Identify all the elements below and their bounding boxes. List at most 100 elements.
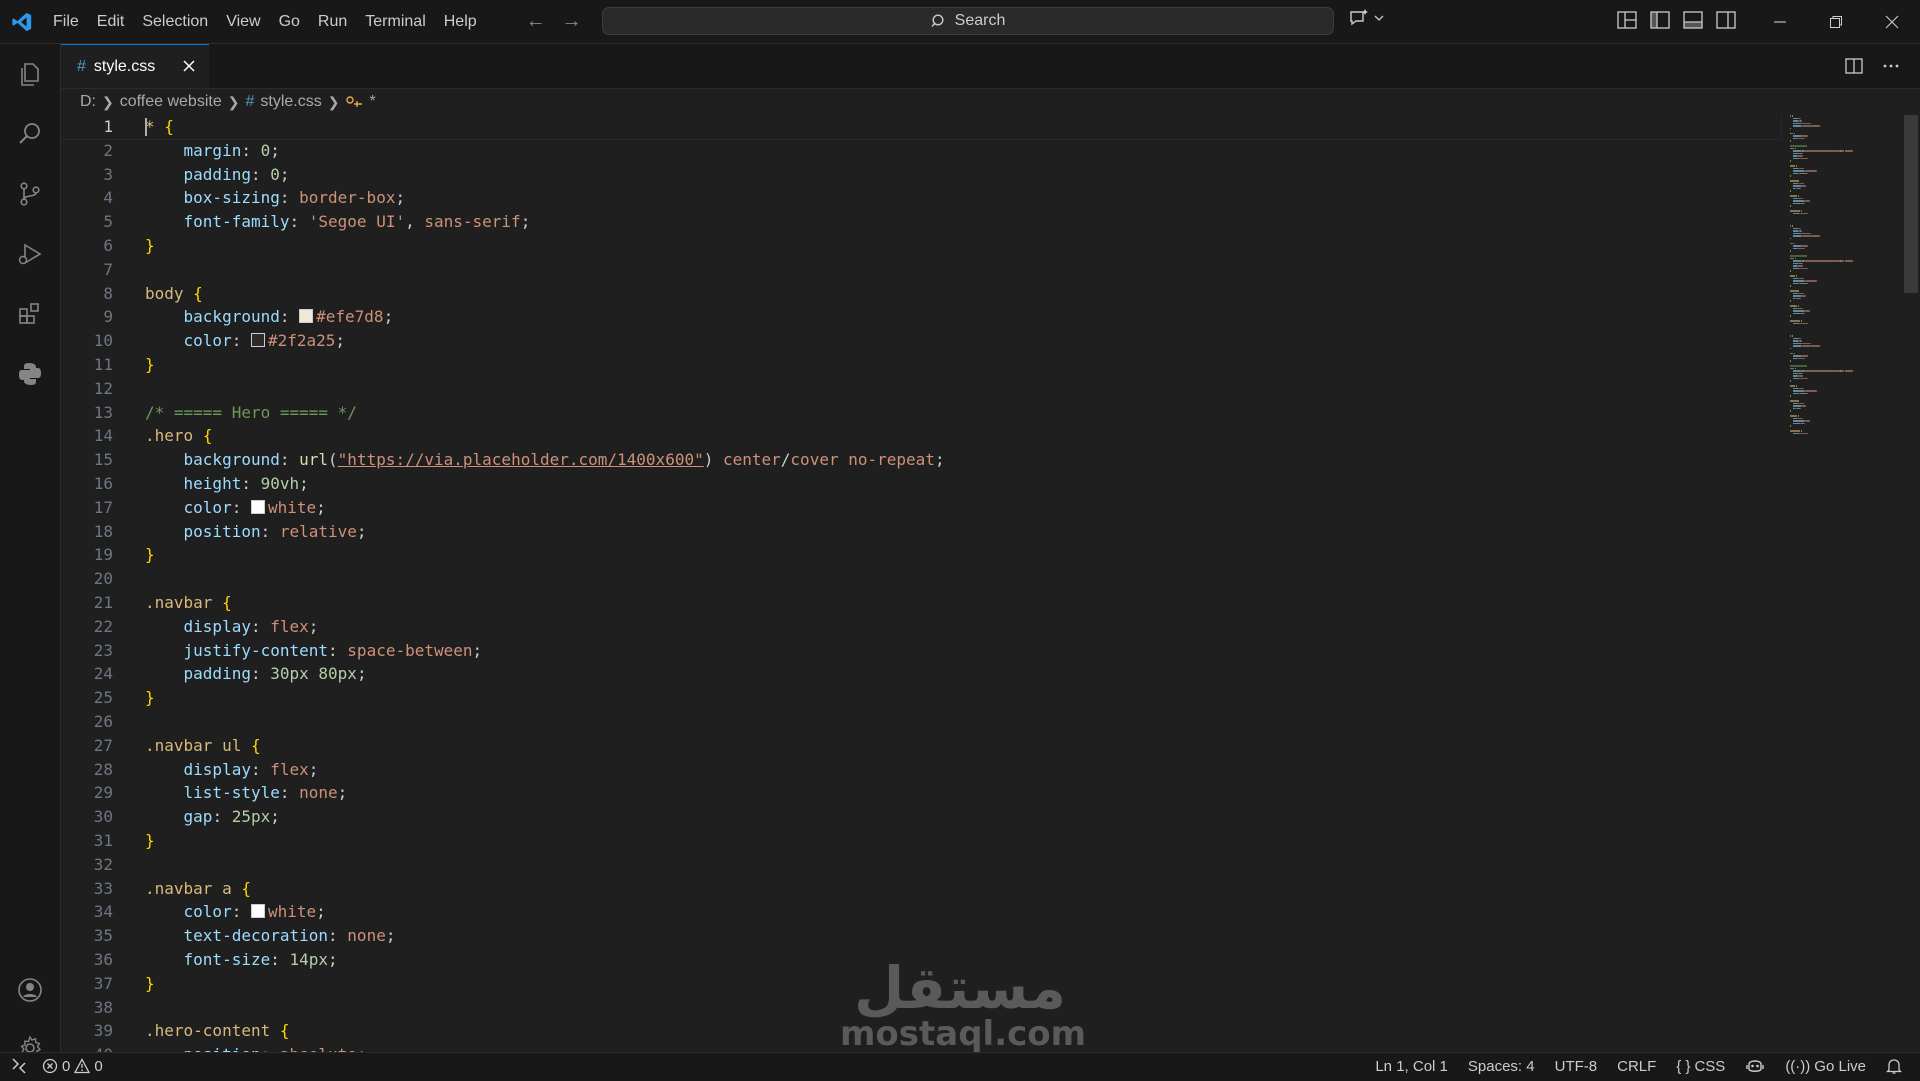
code-line[interactable]: 14 .hero { bbox=[61, 424, 1781, 448]
code-line[interactable]: 16 height: 90vh; bbox=[61, 472, 1781, 496]
code-editor[interactable]: 1 * {2 margin: 0; 3 padding: 0; 4 box-sizin… bbox=[61, 115, 1846, 1052]
menu-run[interactable]: Run bbox=[309, 0, 356, 43]
code-token: : bbox=[270, 950, 290, 969]
code-line[interactable]: 20 bbox=[61, 567, 1781, 591]
minimap-line bbox=[1851, 150, 1853, 152]
code-line[interactable]: 17 color: white; bbox=[61, 496, 1781, 520]
copilot-status[interactable] bbox=[1745, 1057, 1765, 1075]
code-line[interactable]: 32 bbox=[61, 853, 1781, 877]
code-line[interactable]: 23 justify-content: space-between; bbox=[61, 639, 1781, 663]
close-window-button[interactable] bbox=[1864, 0, 1920, 43]
code-line[interactable]: 27 .navbar ul { bbox=[61, 734, 1781, 758]
toggle-secondary-sidebar-icon[interactable] bbox=[1715, 10, 1737, 30]
code-line[interactable]: 7 bbox=[61, 258, 1781, 282]
line-number: 9 bbox=[103, 307, 113, 327]
code-line[interactable]: 6} bbox=[61, 234, 1781, 258]
minimize-button[interactable] bbox=[1752, 0, 1808, 43]
language-mode[interactable]: { } CSS bbox=[1676, 1058, 1725, 1075]
toggle-panel-icon[interactable] bbox=[1682, 10, 1704, 30]
close-icon bbox=[1885, 15, 1899, 28]
go-live-button[interactable]: ((·)) Go Live bbox=[1785, 1058, 1866, 1075]
line-code: padding: 30px 80px; bbox=[145, 662, 367, 686]
code-line[interactable]: 28 display: flex; bbox=[61, 758, 1781, 782]
color-swatch[interactable] bbox=[250, 333, 265, 348]
menu-file[interactable]: File bbox=[44, 0, 88, 43]
code-line[interactable]: 13 /* ===== Hero ===== */ bbox=[61, 401, 1781, 425]
search-view-button[interactable] bbox=[0, 106, 60, 162]
restore-button[interactable] bbox=[1808, 0, 1864, 43]
toggle-primary-sidebar-icon[interactable] bbox=[1649, 10, 1671, 30]
color-swatch[interactable] bbox=[250, 499, 265, 514]
accounts-button[interactable] bbox=[0, 962, 60, 1018]
back-arrow-icon[interactable]: ← bbox=[526, 10, 546, 33]
explorer-button[interactable] bbox=[0, 46, 60, 102]
menu-help[interactable]: Help bbox=[435, 0, 486, 43]
end-of-line[interactable]: CRLF bbox=[1617, 1058, 1656, 1075]
code-line[interactable]: 8 body { bbox=[61, 282, 1781, 306]
code-line[interactable]: 26 bbox=[61, 710, 1781, 734]
code-line[interactable]: 9 background: #efe7d8; bbox=[61, 305, 1781, 329]
menu-edit[interactable]: Edit bbox=[88, 0, 134, 43]
run-debug-button[interactable] bbox=[0, 226, 60, 282]
code-line[interactable]: 4 box-sizing: border-box; bbox=[61, 186, 1781, 210]
code-line[interactable]: 15 background: url("https://via.placehol… bbox=[61, 448, 1781, 472]
code-token: list-style bbox=[183, 783, 280, 803]
code-line[interactable]: 31} bbox=[61, 829, 1781, 853]
menu-terminal[interactable]: Terminal bbox=[356, 0, 434, 43]
notifications-button[interactable] bbox=[1886, 1057, 1902, 1075]
code-line[interactable]: 2 margin: 0; bbox=[61, 139, 1781, 163]
error-icon bbox=[42, 1058, 58, 1074]
menu-go[interactable]: Go bbox=[270, 0, 309, 43]
encoding[interactable]: UTF-8 bbox=[1555, 1058, 1598, 1075]
code-line[interactable]: 22 display: flex; bbox=[61, 615, 1781, 639]
code-line[interactable]: 35 text-decoration: none; bbox=[61, 924, 1781, 948]
code-line[interactable]: 33 .navbar a { bbox=[61, 877, 1781, 901]
code-token: : bbox=[250, 664, 271, 684]
color-swatch[interactable] bbox=[299, 309, 314, 324]
line-number: 31 bbox=[93, 831, 113, 850]
code-line[interactable]: 30 gap: 25px; bbox=[61, 805, 1781, 829]
line-number: 28 bbox=[93, 759, 113, 779]
breadcrumb-file[interactable]: style.css bbox=[260, 93, 321, 111]
breadcrumb-drive[interactable]: D: bbox=[80, 93, 96, 111]
close-tab-icon[interactable] bbox=[179, 56, 199, 76]
forward-arrow-icon[interactable]: → bbox=[562, 10, 582, 33]
command-center-search[interactable]: Search bbox=[602, 7, 1334, 35]
breadcrumb-symbol[interactable]: * bbox=[369, 93, 375, 111]
code-line[interactable]: 25} bbox=[61, 686, 1781, 710]
code-line[interactable]: 10 color: #2f2a25; bbox=[61, 329, 1781, 353]
minimap-line bbox=[1815, 170, 1817, 172]
code-line[interactable]: 19} bbox=[61, 543, 1781, 567]
code-line[interactable]: 21 .navbar { bbox=[61, 591, 1781, 615]
code-line[interactable]: 1 * { bbox=[61, 115, 1782, 140]
copilot-menu[interactable] bbox=[1348, 8, 1384, 28]
indentation[interactable]: Spaces: 4 bbox=[1468, 1058, 1535, 1075]
code-line[interactable]: 3 padding: 0; bbox=[61, 163, 1781, 187]
breadcrumb-folder[interactable]: coffee website bbox=[120, 93, 222, 111]
tab-label: style.css bbox=[93, 57, 156, 75]
menu-view[interactable]: View bbox=[217, 0, 269, 43]
code-line[interactable]: 34 color: white; bbox=[61, 900, 1781, 924]
more-actions-icon[interactable] bbox=[1882, 56, 1900, 76]
code-token: center bbox=[722, 450, 781, 470]
vertical-scrollbar[interactable] bbox=[1904, 115, 1918, 293]
minimap-line bbox=[1793, 200, 1805, 202]
code-line[interactable]: 11} bbox=[61, 353, 1781, 377]
python-button[interactable] bbox=[0, 346, 60, 402]
code-line[interactable]: 12 bbox=[61, 377, 1781, 401]
menu-selection[interactable]: Selection bbox=[133, 0, 217, 43]
source-control-button[interactable] bbox=[0, 166, 60, 222]
code-line[interactable]: 5 font-family: 'Segoe UI', sans-serif; bbox=[61, 210, 1781, 234]
customize-layout-icon[interactable] bbox=[1616, 10, 1638, 30]
problems-indicator[interactable]: 0 0 bbox=[42, 1058, 103, 1075]
tab-style-css[interactable]: # style.css bbox=[61, 44, 209, 88]
code-line[interactable]: 24 padding: 30px 80px; bbox=[61, 662, 1781, 686]
split-editor-icon[interactable] bbox=[1844, 56, 1864, 76]
remote-indicator[interactable] bbox=[10, 1057, 28, 1075]
code-line[interactable]: 18 position: relative; bbox=[61, 520, 1781, 544]
extensions-button[interactable] bbox=[0, 286, 60, 342]
cursor-position[interactable]: Ln 1, Col 1 bbox=[1375, 1058, 1448, 1075]
color-swatch[interactable] bbox=[250, 904, 265, 919]
code-line[interactable]: 29 list-style: none; bbox=[61, 781, 1781, 805]
minimap[interactable] bbox=[1790, 115, 1880, 455]
